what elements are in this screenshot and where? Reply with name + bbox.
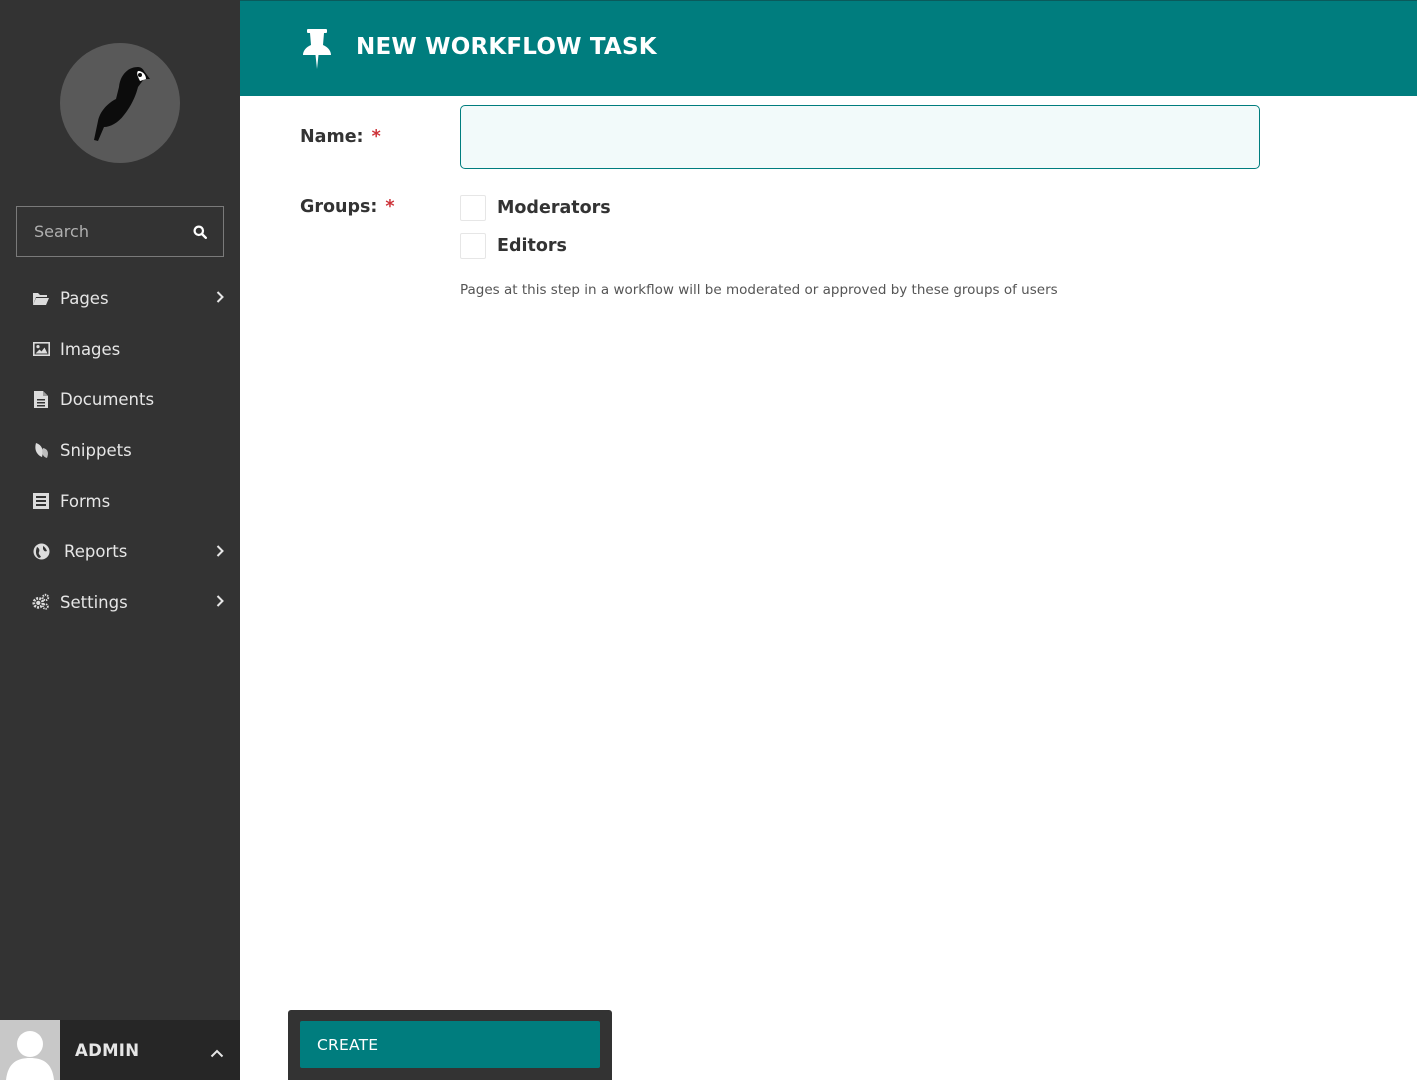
sidebar: Pages Images Documents Snippets — [0, 0, 240, 1080]
cogs-icon — [32, 593, 50, 611]
menu-item-snippets[interactable]: Snippets — [0, 425, 240, 476]
account-menu-toggle[interactable]: ADMIN — [0, 1020, 240, 1080]
chevron-right-icon — [216, 593, 224, 612]
menu-label-settings: Settings — [60, 592, 128, 612]
search-button[interactable] — [177, 207, 223, 256]
groups-label-text: Groups: — [300, 197, 378, 217]
create-button[interactable]: CREATE — [300, 1021, 600, 1068]
account-name: ADMIN — [75, 1040, 140, 1060]
globe-icon — [32, 543, 50, 561]
avatar — [0, 1020, 60, 1080]
folder-open-icon — [32, 289, 50, 307]
menu-label-snippets: Snippets — [60, 440, 132, 460]
editors-label: Editors — [497, 236, 567, 256]
search-input[interactable] — [17, 207, 187, 256]
menu-item-settings[interactable]: Settings — [0, 577, 240, 628]
user-avatar-icon — [6, 1031, 54, 1080]
wagtail-logo[interactable] — [60, 43, 180, 163]
group-option-editors[interactable]: Editors — [460, 233, 567, 259]
moderators-checkbox[interactable] — [460, 195, 486, 221]
menu-label-reports: Reports — [64, 542, 128, 562]
moderators-label: Moderators — [497, 198, 611, 218]
page-title: NEW WORKFLOW TASK — [356, 34, 657, 60]
document-icon — [32, 391, 50, 409]
name-field-label: Name: * — [300, 127, 381, 147]
menu-item-documents[interactable]: Documents — [0, 374, 240, 425]
editors-checkbox[interactable] — [460, 233, 486, 259]
menu-label-pages: Pages — [60, 288, 109, 308]
required-marker: * — [385, 197, 395, 217]
menu-label-forms: Forms — [60, 491, 111, 511]
bird-logo-icon — [94, 67, 150, 141]
menu-item-pages[interactable]: Pages — [0, 273, 240, 324]
form-icon — [32, 492, 50, 510]
name-input[interactable] — [460, 105, 1260, 169]
page-header: NEW WORKFLOW TASK — [240, 0, 1417, 96]
menu-item-forms[interactable]: Forms — [0, 476, 240, 527]
main-menu: Pages Images Documents Snippets Forms Re… — [0, 273, 240, 628]
menu-label-documents: Documents — [60, 390, 155, 410]
group-option-moderators[interactable]: Moderators — [460, 195, 611, 221]
menu-label-images: Images — [60, 339, 121, 359]
chevron-right-icon — [216, 289, 224, 308]
chevron-up-icon — [210, 1043, 224, 1062]
snippet-icon — [32, 441, 50, 459]
menu-item-reports[interactable]: Reports — [0, 526, 240, 577]
footer-action-bar: CREATE — [288, 1010, 612, 1080]
name-label-text: Name: — [300, 127, 364, 147]
groups-field-label: Groups: * — [300, 197, 395, 217]
search-icon — [193, 225, 207, 239]
groups-help-text: Pages at this step in a workflow will be… — [460, 282, 1058, 298]
image-icon — [32, 340, 50, 358]
search-box — [16, 206, 224, 257]
chevron-right-icon — [216, 542, 224, 561]
required-marker: * — [371, 127, 381, 147]
thumbtack-icon — [302, 29, 332, 73]
menu-item-images[interactable]: Images — [0, 324, 240, 375]
